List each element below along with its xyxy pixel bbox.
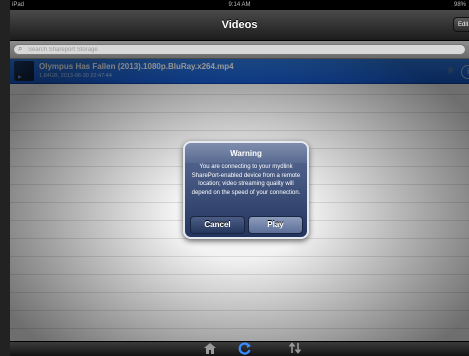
refresh-icon[interactable] (235, 342, 255, 356)
star-icon[interactable]: ★ (445, 64, 456, 76)
video-thumbnail (14, 61, 34, 81)
edit-button[interactable]: Edit (453, 17, 469, 32)
battery-indicator: 98% (453, 2, 466, 8)
page-title: Videos (221, 19, 258, 31)
transfer-icon[interactable] (285, 342, 305, 356)
list-item[interactable]: Olympus Has Fallen (2013).1080p.BluRay.x… (10, 59, 469, 84)
dialog-title: Warning (230, 149, 262, 158)
search-input[interactable] (28, 45, 228, 54)
dialog-message: You are connecting to your mydlink Share… (191, 164, 301, 196)
search-bar: ⌕ (10, 41, 469, 59)
file-name: Olympus Has Fallen (2013).1080p.BluRay.x… (39, 62, 234, 71)
search-field[interactable]: ⌕ (13, 44, 466, 55)
play-button[interactable]: Play (248, 216, 303, 234)
info-icon[interactable]: i (461, 65, 469, 79)
play-icon (16, 74, 24, 80)
file-meta: 1.84GB, 2013-06-30 22:47:44 (39, 73, 112, 79)
status-time: 9:14 AM (228, 2, 251, 8)
status-bar: iPad 9:14 AM 98% (10, 0, 469, 10)
ipad-screen: iPad 9:14 AM 98% Videos Edit ⌕ Olympus H… (10, 0, 469, 356)
navigation-bar: Videos Edit (10, 10, 469, 41)
cancel-button[interactable]: Cancel (190, 216, 245, 234)
tab-bar (10, 341, 469, 356)
search-icon: ⌕ (18, 44, 23, 53)
warning-dialog: Warning You are connecting to your mydli… (183, 141, 309, 239)
home-icon[interactable] (200, 342, 220, 356)
